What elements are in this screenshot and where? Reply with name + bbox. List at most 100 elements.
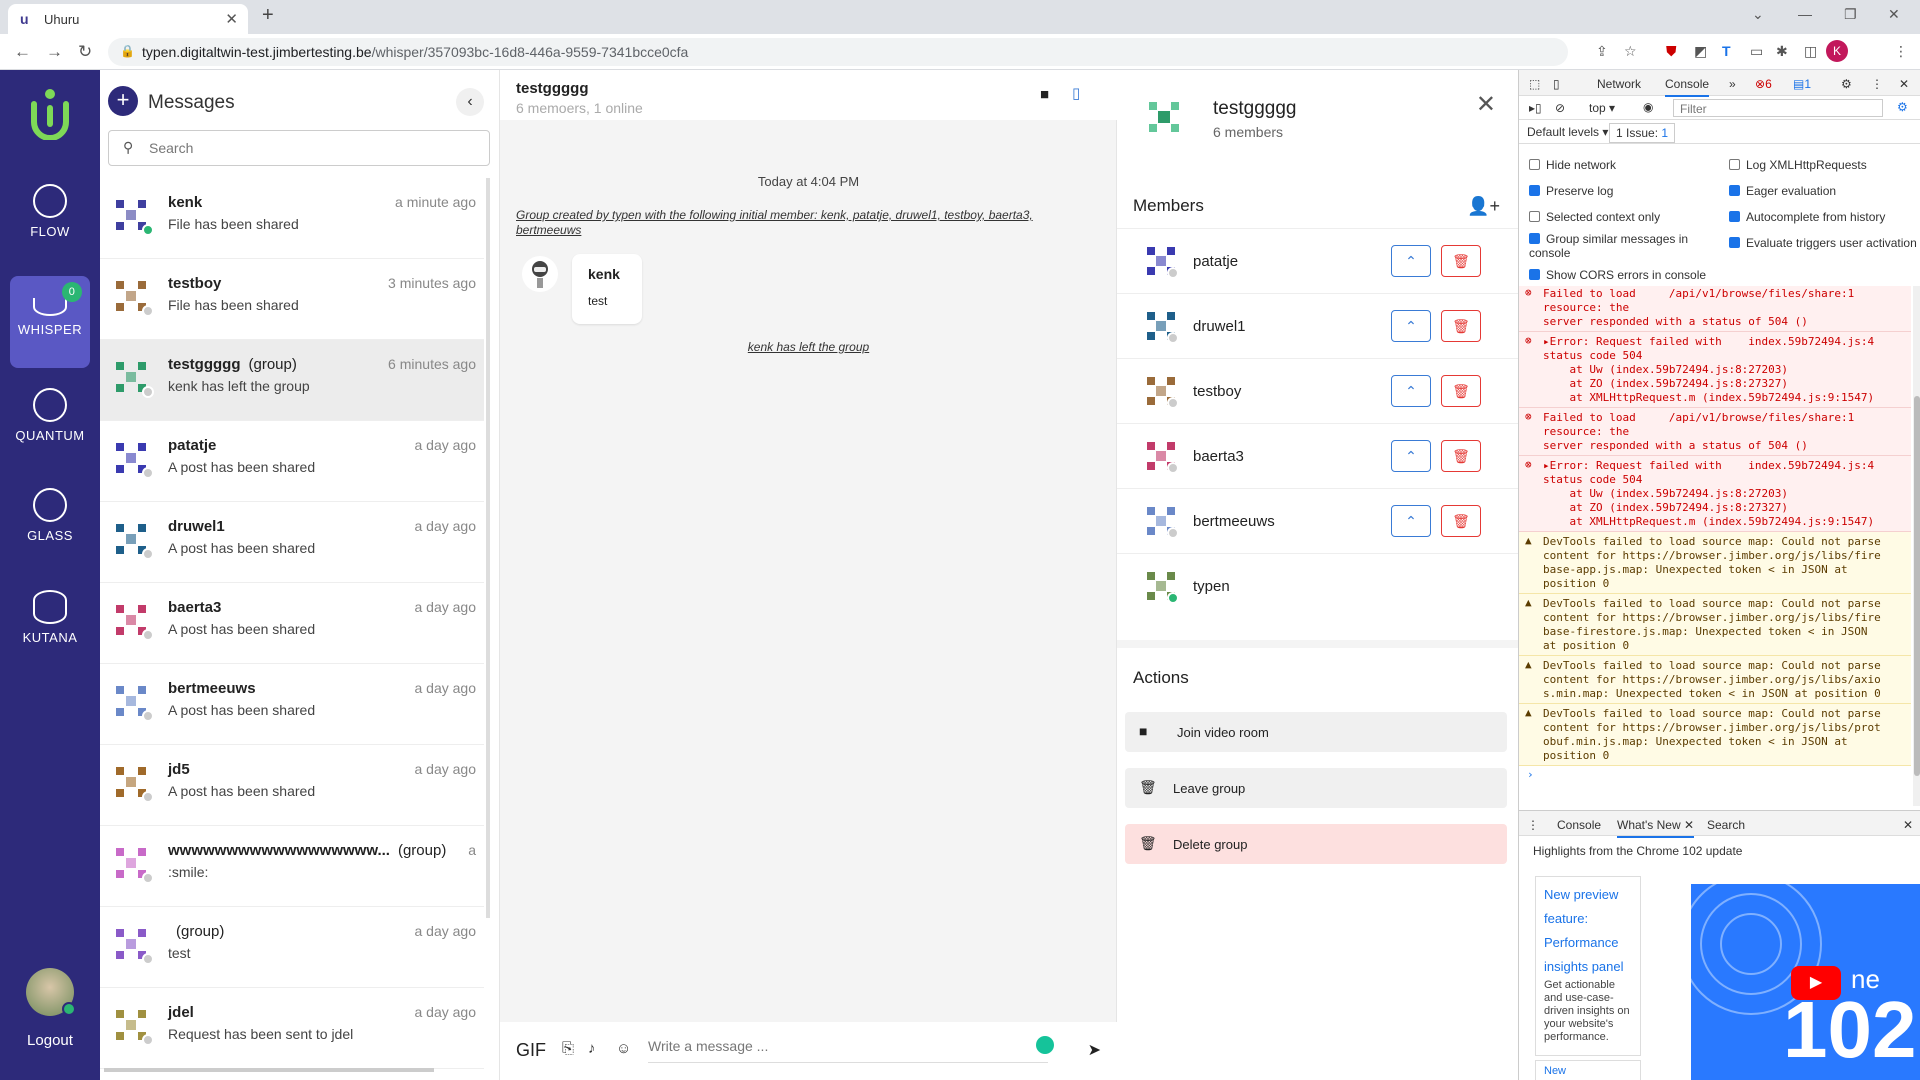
promote-member-button[interactable]: ⌃ xyxy=(1391,440,1431,472)
console-error[interactable]: ⊗ ▸Error: Request failed with index.59b72… xyxy=(1519,456,1911,532)
forward-icon[interactable]: → xyxy=(46,42,63,62)
conversation-item[interactable]: jd5 A post has been shared a day ago xyxy=(100,745,484,826)
emoji-icon[interactable]: ☺ xyxy=(616,1040,631,1057)
context-select[interactable]: top ▾ xyxy=(1589,101,1615,115)
filter-input[interactable]: Filter xyxy=(1673,99,1883,117)
message-input[interactable]: Write a message ... xyxy=(648,1038,1048,1063)
send-icon[interactable]: ➤ xyxy=(1088,1040,1101,1060)
drawer-tab-console[interactable]: Console xyxy=(1557,818,1601,832)
device-toolbar-icon[interactable]: ▯ xyxy=(1553,77,1560,91)
sidebar-toggle-icon[interactable]: ▸▯ xyxy=(1529,101,1542,115)
shield-extension-icon[interactable]: ⛊ xyxy=(1666,43,1677,60)
bookmark-star-icon[interactable]: ☆ xyxy=(1624,43,1637,60)
remove-member-button[interactable]: 🗑 xyxy=(1441,505,1481,537)
my-avatar[interactable] xyxy=(26,968,76,1016)
console-setting-checkbox[interactable]: Selected context only xyxy=(1529,210,1719,224)
join-video-room-button[interactable]: ■ Join video room xyxy=(1125,712,1507,752)
checkbox-box[interactable] xyxy=(1729,211,1740,222)
message-count-badge[interactable]: ▤1 xyxy=(1793,77,1811,91)
promote-member-button[interactable]: ⌃ xyxy=(1391,375,1431,407)
next-feature-card[interactable]: New xyxy=(1535,1060,1641,1080)
console-scrollbar[interactable] xyxy=(1913,286,1920,806)
back-icon[interactable]: ← xyxy=(14,42,31,62)
scrollbar-thumb[interactable] xyxy=(1914,396,1920,776)
conversation-item[interactable]: druwel1 A post has been shared a day ago xyxy=(100,502,484,583)
close-devtools-icon[interactable]: ✕ xyxy=(1899,77,1909,91)
conversation-scrollbar[interactable] xyxy=(486,178,490,918)
rail-item-quantum[interactable]: QUANTUM xyxy=(10,388,90,443)
checkbox-box[interactable] xyxy=(1529,233,1540,244)
grammarly-icon[interactable] xyxy=(1036,1036,1054,1054)
play-video-icon[interactable]: ▶ xyxy=(1791,966,1841,1000)
console-warning[interactable]: ▲ DevTools failed to load source map: Cou… xyxy=(1519,532,1911,594)
microphone-icon[interactable]: ♪ xyxy=(588,1040,596,1057)
url-field[interactable]: 🔒 typen.digitaltwin-test.jimbertesting.b… xyxy=(108,38,1568,66)
conversation-item[interactable]: testggggg (group) kenk has left the group… xyxy=(100,340,484,421)
promote-member-button[interactable]: ⌃ xyxy=(1391,310,1431,342)
rail-item-whisper[interactable]: 0 WHISPER xyxy=(10,276,90,368)
promote-member-button[interactable]: ⌃ xyxy=(1391,505,1431,537)
checkbox-box[interactable] xyxy=(1529,159,1540,170)
conversation-item[interactable]: baerta3 A post has been shared a day ago xyxy=(100,583,484,664)
eye-icon[interactable]: ◉ xyxy=(1643,100,1653,114)
console-error[interactable]: ⊗ Failed to load /api/v1/browse/files/sha… xyxy=(1519,286,1911,332)
message-bubble[interactable]: kenk test xyxy=(572,254,642,324)
conversation-item[interactable]: (group) test a day ago xyxy=(100,907,484,988)
rail-item-kutana[interactable]: KUTANA xyxy=(10,590,90,645)
feature-card[interactable]: New preview feature: Performance insight… xyxy=(1535,876,1641,1056)
conversation-item[interactable]: patatje A post has been shared a day ago xyxy=(100,421,484,502)
issues-button[interactable]: 1 Issue: 1 xyxy=(1609,123,1676,143)
checkbox-box[interactable] xyxy=(1529,211,1540,222)
drawer-tab-whats-new[interactable]: What's New ✕ xyxy=(1617,818,1695,838)
console-setting-checkbox[interactable]: Show CORS errors in console xyxy=(1529,268,1719,282)
rail-item-glass[interactable]: GLASS xyxy=(10,488,90,543)
checkbox-box[interactable] xyxy=(1729,159,1740,170)
checkbox-box[interactable] xyxy=(1529,269,1540,280)
console-setting-checkbox[interactable]: Preserve log xyxy=(1529,184,1719,198)
new-message-button[interactable]: + xyxy=(108,86,138,116)
console-warning[interactable]: ▲ DevTools failed to load source map: Cou… xyxy=(1519,594,1911,656)
feature-card-title[interactable]: New preview feature: Performance insight… xyxy=(1544,883,1632,979)
remove-member-button[interactable]: 🗑 xyxy=(1441,310,1481,342)
add-member-icon[interactable]: 👤+ xyxy=(1467,196,1500,217)
console-setting-checkbox[interactable]: Group similar messages in console xyxy=(1529,232,1719,260)
extension-icon[interactable]: ◩ xyxy=(1694,43,1707,60)
attach-icon[interactable]: ⎘ xyxy=(562,1040,574,1057)
inspect-icon[interactable]: ⬚ xyxy=(1529,77,1540,91)
leave-group-button[interactable]: 🗑 Leave group xyxy=(1125,768,1507,808)
reload-icon[interactable]: ↻ xyxy=(78,42,92,62)
remove-member-button[interactable]: 🗑 xyxy=(1441,440,1481,472)
remove-member-button[interactable]: 🗑 xyxy=(1441,375,1481,407)
conversation-item[interactable]: kenk File has been shared a minute ago xyxy=(100,178,484,259)
gif-button[interactable]: GIF xyxy=(516,1040,546,1061)
devtools-settings-icon[interactable]: ⚙ xyxy=(1841,77,1852,91)
console-setting-checkbox[interactable]: Hide network xyxy=(1529,158,1719,172)
console-settings-icon[interactable]: ⚙ xyxy=(1897,100,1908,114)
share-icon[interactable]: ⇪ xyxy=(1596,43,1608,60)
browser-menu-icon[interactable]: ⋮ xyxy=(1894,43,1908,60)
monitor-extension-icon[interactable]: ▭ xyxy=(1750,43,1763,60)
conversation-item[interactable]: jdel Request has been sent to jdel a day… xyxy=(100,988,484,1069)
close-window-icon[interactable]: ✕ xyxy=(1888,6,1900,23)
clear-console-icon[interactable]: ⊘ xyxy=(1555,101,1565,115)
checkbox-box[interactable] xyxy=(1729,237,1740,248)
horizontal-scrollbar[interactable] xyxy=(104,1068,434,1072)
chrome-update-video[interactable]: 102 ne ▶ xyxy=(1691,884,1920,1080)
remove-member-button[interactable]: 🗑 xyxy=(1441,245,1481,277)
delete-group-button[interactable]: 🗑 Delete group xyxy=(1125,824,1507,864)
devtools-menu-icon[interactable]: ⋮ xyxy=(1871,77,1883,91)
console-warning[interactable]: ▲ DevTools failed to load source map: Cou… xyxy=(1519,656,1911,704)
error-count-badge[interactable]: ⊗6 xyxy=(1755,77,1772,91)
checkbox-box[interactable] xyxy=(1529,185,1540,196)
close-drawer-icon[interactable]: ✕ xyxy=(1903,818,1913,832)
console-warning[interactable]: ▲ DevTools failed to load source map: Cou… xyxy=(1519,704,1911,766)
levels-select[interactable]: Default levels ▾ xyxy=(1527,125,1608,139)
new-tab-icon[interactable]: + xyxy=(262,4,274,27)
restore-icon[interactable]: ❐ xyxy=(1844,6,1857,23)
console-error[interactable]: ⊗ ▸Error: Request failed with index.59b72… xyxy=(1519,332,1911,408)
puzzle-icon[interactable]: ✱ xyxy=(1776,43,1788,60)
conversation-item[interactable]: wwwwwwwwwwwwwwwwww... (group) :smile: a xyxy=(100,826,484,907)
search-input[interactable]: ⚲ Search xyxy=(108,130,490,166)
logout-button[interactable]: Logout xyxy=(0,1032,100,1049)
more-tabs-icon[interactable]: » xyxy=(1729,77,1736,91)
